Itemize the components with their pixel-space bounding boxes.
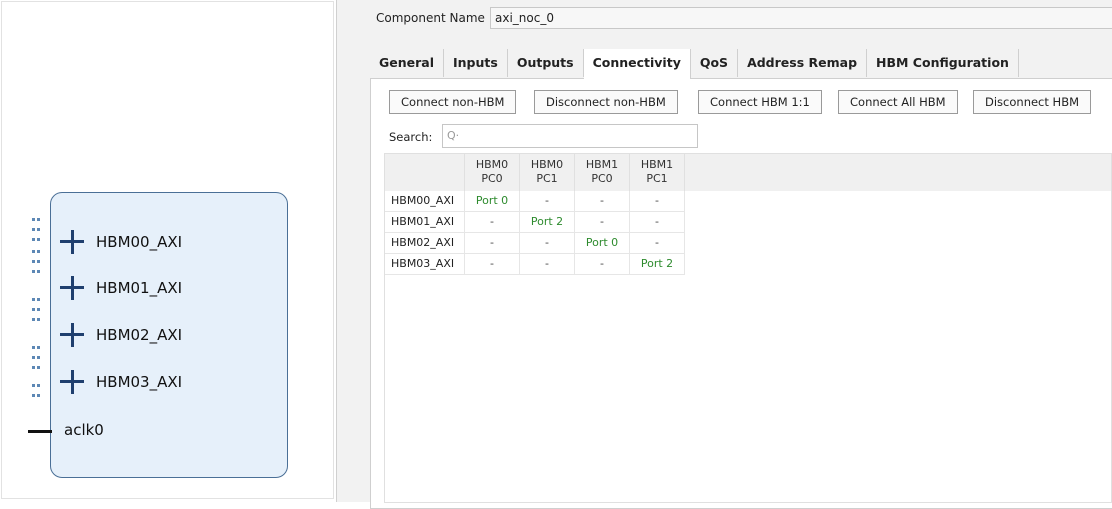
port-label: HBM03_AXI [96, 373, 183, 391]
row-header: HBM00_AXI [385, 191, 465, 212]
matrix-cell[interactable]: Port 2 [630, 254, 685, 275]
matrix-cell[interactable]: - [575, 254, 630, 275]
connectivity-matrix: HBM0 PC0 HBM0 PC1 HBM1 PC0 HBM1 PC1 HBM0… [384, 153, 1112, 503]
port-hbm03-axi[interactable]: HBM03_AXI [60, 368, 182, 396]
matrix-cell[interactable]: - [520, 233, 575, 254]
column-header: HBM0 PC1 [520, 154, 575, 191]
connect-hbm-1to1-button[interactable]: Connect HBM 1:1 [698, 90, 822, 114]
tab-connectivity[interactable]: Connectivity [583, 49, 691, 79]
expand-plus-icon[interactable] [60, 323, 84, 347]
search-icon: Q· [447, 129, 460, 142]
expand-plus-icon[interactable] [60, 370, 84, 394]
tab-bar: General Inputs Outputs Connectivity QoS … [370, 49, 1112, 79]
disconnect-hbm-button[interactable]: Disconnect HBM [973, 90, 1091, 114]
bus-interface-dots [30, 218, 42, 401]
expand-plus-icon[interactable] [60, 230, 84, 254]
matrix-cell[interactable]: - [520, 254, 575, 275]
tab-hbm-configuration[interactable]: HBM Configuration [867, 49, 1019, 77]
connect-all-hbm-button[interactable]: Connect All HBM [838, 90, 958, 114]
matrix-cell[interactable]: - [630, 191, 685, 212]
port-hbm01-axi[interactable]: HBM01_AXI [60, 274, 182, 302]
tab-general[interactable]: General [370, 49, 444, 77]
column-header-line2: PC0 [591, 172, 613, 185]
matrix-cell[interactable]: - [630, 212, 685, 233]
tab-address-remap[interactable]: Address Remap [738, 49, 868, 77]
port-label: HBM01_AXI [96, 279, 183, 297]
matrix-header: HBM0 PC0 HBM0 PC1 HBM1 PC0 HBM1 PC1 [385, 154, 1111, 191]
port-hbm02-axi[interactable]: HBM02_AXI [60, 321, 182, 349]
column-header-line1: HBM1 [640, 158, 674, 171]
column-header-line1: HBM0 [530, 158, 564, 171]
connect-non-hbm-button[interactable]: Connect non-HBM [389, 90, 517, 114]
block-diagram-panel: HBM00_AXI HBM01_AXI HBM02_AXI HBM03_AXI … [0, 0, 337, 502]
matrix-cell[interactable]: Port 2 [520, 212, 575, 233]
column-header-line2: PC1 [536, 172, 558, 185]
matrix-cell[interactable]: - [575, 212, 630, 233]
clock-pin-line[interactable] [28, 430, 52, 433]
column-header-line1: HBM0 [475, 158, 509, 171]
component-name-label: Component Name [376, 11, 485, 25]
matrix-cell[interactable]: - [520, 191, 575, 212]
matrix-cell[interactable]: - [465, 212, 520, 233]
clock-pin-label: aclk0 [64, 421, 104, 439]
row-header: HBM01_AXI [385, 212, 465, 233]
matrix-cell[interactable]: Port 0 [575, 233, 630, 254]
corner-header-cell [385, 154, 465, 191]
config-panel: Component Name General Inputs Outputs Co… [337, 0, 1112, 509]
port-hbm00-axi[interactable]: HBM00_AXI [60, 228, 182, 256]
row-header: HBM02_AXI [385, 233, 465, 254]
search-label: Search: [389, 130, 433, 144]
search-input[interactable]: Q· [442, 124, 698, 148]
row-header: HBM03_AXI [385, 254, 465, 275]
matrix-cell[interactable]: - [465, 254, 520, 275]
matrix-cell[interactable]: - [630, 233, 685, 254]
tab-outputs[interactable]: Outputs [507, 49, 584, 77]
column-header-line2: PC0 [481, 172, 503, 185]
tab-qos[interactable]: QoS [690, 49, 739, 77]
matrix-cell[interactable]: - [465, 233, 520, 254]
expand-plus-icon[interactable] [60, 276, 84, 300]
matrix-cell[interactable]: - [575, 191, 630, 212]
column-header: HBM0 PC0 [465, 154, 520, 191]
column-header-line1: HBM1 [585, 158, 619, 171]
component-name-field[interactable] [490, 7, 1112, 29]
matrix-cell[interactable]: Port 0 [465, 191, 520, 212]
tab-inputs[interactable]: Inputs [444, 49, 508, 77]
column-header: HBM1 PC0 [575, 154, 630, 191]
disconnect-non-hbm-button[interactable]: Disconnect non-HBM [534, 90, 678, 114]
column-header: HBM1 PC1 [630, 154, 685, 191]
column-header-line2: PC1 [646, 172, 668, 185]
port-label: HBM02_AXI [96, 326, 183, 344]
port-label: HBM00_AXI [96, 233, 183, 251]
